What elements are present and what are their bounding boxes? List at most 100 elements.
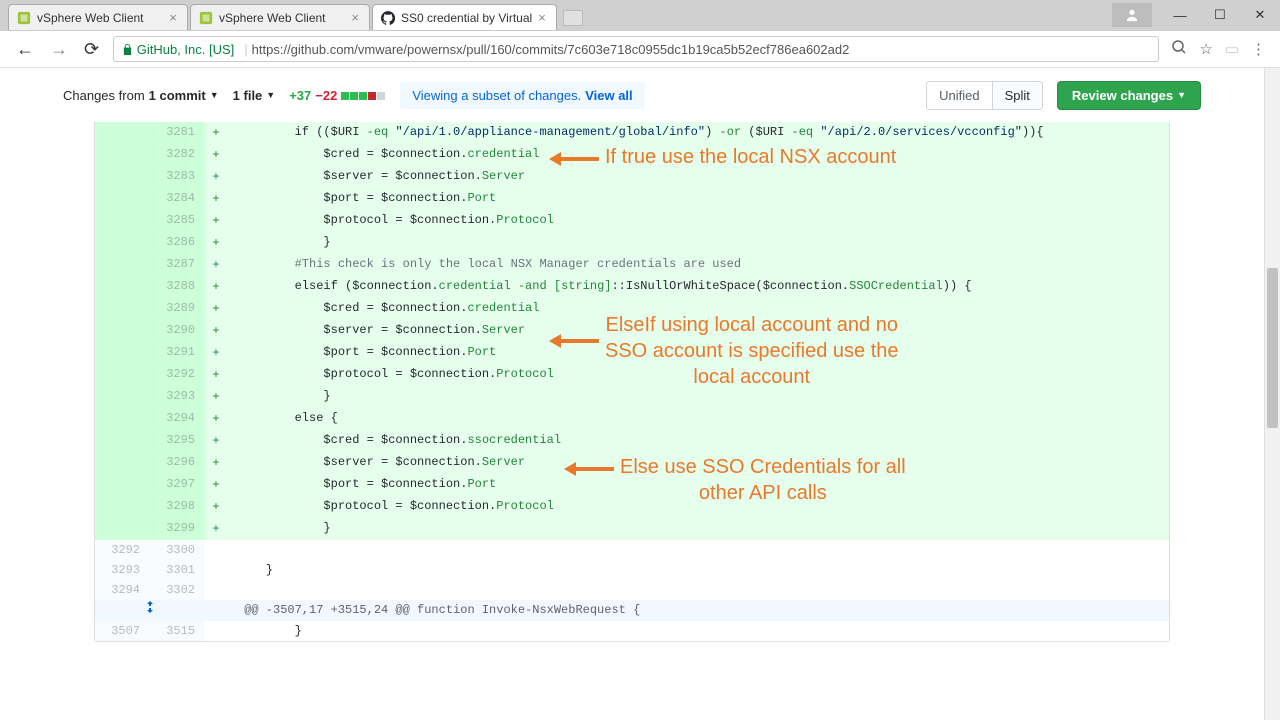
diff-marker: + bbox=[205, 474, 227, 496]
diff-marker bbox=[205, 560, 227, 580]
code-cell: $port = $connection.Port bbox=[227, 474, 1169, 496]
reload-button[interactable]: ⟳ bbox=[76, 39, 107, 60]
url-input[interactable]: GitHub, Inc. [US] | https://github.com/v… bbox=[113, 36, 1159, 62]
diff-line[interactable]: 3299+ } bbox=[95, 518, 1169, 540]
review-changes-button[interactable]: Review changes ▼ bbox=[1057, 81, 1201, 110]
diff-marker: + bbox=[205, 122, 227, 144]
reader-icon[interactable]: ▭ bbox=[1219, 40, 1245, 58]
new-line-number: 3294 bbox=[150, 408, 205, 430]
code-cell: $cred = $connection.credential bbox=[227, 144, 1169, 166]
diff-marker: + bbox=[205, 364, 227, 386]
diff-line[interactable]: 3284+ $port = $connection.Port bbox=[95, 188, 1169, 210]
address-bar: ← → ⟳ GitHub, Inc. [US] | https://github… bbox=[0, 30, 1280, 68]
diff-line[interactable]: 3289+ $cred = $connection.credential bbox=[95, 298, 1169, 320]
browser-tab[interactable]: SS0 credential by Virtual × bbox=[372, 4, 557, 30]
diff-marker bbox=[205, 540, 227, 560]
code-cell: $port = $connection.Port bbox=[227, 188, 1169, 210]
diff-line[interactable]: 32943302 bbox=[95, 580, 1169, 600]
diff-line[interactable]: 3294+ else { bbox=[95, 408, 1169, 430]
code-cell: else { bbox=[227, 408, 1169, 430]
old-line-number: 3293 bbox=[95, 560, 150, 580]
expand-icon[interactable] bbox=[95, 600, 205, 621]
new-tab-button[interactable] bbox=[563, 10, 583, 26]
page-viewport: Changes from 1 commit ▼ 1 file ▼ +37 −22… bbox=[0, 68, 1264, 720]
split-button[interactable]: Split bbox=[992, 81, 1043, 110]
diff-line[interactable]: 3295+ $cred = $connection.ssocredential bbox=[95, 430, 1169, 452]
code-cell: $cred = $connection.ssocredential bbox=[227, 430, 1169, 452]
minimize-button[interactable]: — bbox=[1160, 8, 1200, 23]
scrollbar-thumb[interactable] bbox=[1267, 268, 1278, 428]
forward-button[interactable]: → bbox=[42, 39, 76, 60]
diff-line[interactable]: 32923300 bbox=[95, 540, 1169, 560]
old-line-number bbox=[95, 254, 150, 276]
diff-line[interactable]: 3296+ $server = $connection.Server bbox=[95, 452, 1169, 474]
diff-line[interactable]: 3283+ $server = $connection.Server bbox=[95, 166, 1169, 188]
old-line-number bbox=[95, 276, 150, 298]
new-line-number: 3300 bbox=[150, 540, 205, 560]
hunk-header[interactable]: @@ -3507,17 +3515,24 @@ function Invoke-… bbox=[95, 600, 1169, 621]
subset-notice: Viewing a subset of changes. View all bbox=[400, 82, 644, 109]
diff-marker: + bbox=[205, 232, 227, 254]
new-line-number: 3301 bbox=[150, 560, 205, 580]
file-filter-dropdown[interactable]: 1 file ▼ bbox=[233, 88, 276, 103]
diff-line[interactable]: 3285+ $protocol = $connection.Protocol bbox=[95, 210, 1169, 232]
diff-line[interactable]: 32933301 } bbox=[95, 560, 1169, 580]
diff-line[interactable]: 3282+ $cred = $connection.credential bbox=[95, 144, 1169, 166]
code-cell: $server = $connection.Server bbox=[227, 320, 1169, 342]
code-cell: $protocol = $connection.Protocol bbox=[227, 210, 1169, 232]
close-icon[interactable]: × bbox=[351, 10, 359, 25]
diff-line[interactable]: 35073515 } bbox=[95, 621, 1169, 641]
back-button[interactable]: ← bbox=[8, 39, 42, 60]
old-line-number bbox=[95, 518, 150, 540]
old-line-number bbox=[95, 386, 150, 408]
zoom-icon[interactable] bbox=[1165, 39, 1193, 59]
diff-marker: + bbox=[205, 144, 227, 166]
diff-line[interactable]: 3288+ elseif ($connection.credential -an… bbox=[95, 276, 1169, 298]
diff-toolbar: Changes from 1 commit ▼ 1 file ▼ +37 −22… bbox=[47, 68, 1217, 122]
diff-marker bbox=[205, 580, 227, 600]
old-line-number bbox=[95, 496, 150, 518]
old-line-number bbox=[95, 298, 150, 320]
code-cell bbox=[227, 580, 1169, 600]
diff-line[interactable]: 3293+ } bbox=[95, 386, 1169, 408]
diff-line[interactable]: 3290+ $server = $connection.Server bbox=[95, 320, 1169, 342]
menu-icon[interactable]: ⋮ bbox=[1245, 40, 1272, 58]
diff-line[interactable]: 3297+ $port = $connection.Port bbox=[95, 474, 1169, 496]
new-line-number: 3293 bbox=[150, 386, 205, 408]
new-line-number: 3284 bbox=[150, 188, 205, 210]
close-icon[interactable]: × bbox=[169, 10, 177, 25]
diff-marker: + bbox=[205, 342, 227, 364]
vertical-scrollbar[interactable] bbox=[1264, 68, 1280, 720]
unified-button[interactable]: Unified bbox=[926, 81, 991, 110]
view-all-link[interactable]: View all bbox=[585, 88, 632, 103]
close-window-button[interactable]: ✕ bbox=[1240, 7, 1280, 23]
maximize-button[interactable]: ☐ bbox=[1200, 7, 1240, 23]
diff-marker: + bbox=[205, 430, 227, 452]
new-line-number: 3283 bbox=[150, 166, 205, 188]
diff-line[interactable]: 3287+ #This check is only the local NSX … bbox=[95, 254, 1169, 276]
lock-icon: GitHub, Inc. [US] bbox=[122, 42, 234, 57]
close-icon[interactable]: × bbox=[538, 10, 546, 25]
diff-line[interactable]: 3286+ } bbox=[95, 232, 1169, 254]
new-line-number: 3515 bbox=[150, 621, 205, 641]
url-text: https://github.com/vmware/powernsx/pull/… bbox=[252, 42, 850, 57]
old-line-number: 3294 bbox=[95, 580, 150, 600]
code-cell: } bbox=[227, 232, 1169, 254]
new-line-number: 3282 bbox=[150, 144, 205, 166]
browser-tab[interactable]: vSphere Web Client × bbox=[8, 4, 188, 30]
code-cell: } bbox=[227, 518, 1169, 540]
star-icon[interactable]: ☆ bbox=[1193, 40, 1218, 58]
changes-from-dropdown[interactable]: Changes from 1 commit ▼ bbox=[63, 88, 219, 103]
diff-line[interactable]: 3291+ $port = $connection.Port bbox=[95, 342, 1169, 364]
diff-line[interactable]: 3281+ if (($URI -eq "/api/1.0/appliance-… bbox=[95, 122, 1169, 144]
browser-tab[interactable]: vSphere Web Client × bbox=[190, 4, 370, 30]
tab-title: SS0 credential by Virtual bbox=[401, 11, 532, 25]
chevron-down-icon: ▼ bbox=[1177, 90, 1186, 100]
profile-icon[interactable] bbox=[1112, 3, 1152, 27]
diffstat: +37 −22 bbox=[289, 87, 386, 103]
code-cell: #This check is only the local NSX Manage… bbox=[227, 254, 1169, 276]
code-cell: $port = $connection.Port bbox=[227, 342, 1169, 364]
diff-line[interactable]: 3298+ $protocol = $connection.Protocol bbox=[95, 496, 1169, 518]
new-line-number: 3291 bbox=[150, 342, 205, 364]
diff-line[interactable]: 3292+ $protocol = $connection.Protocol bbox=[95, 364, 1169, 386]
